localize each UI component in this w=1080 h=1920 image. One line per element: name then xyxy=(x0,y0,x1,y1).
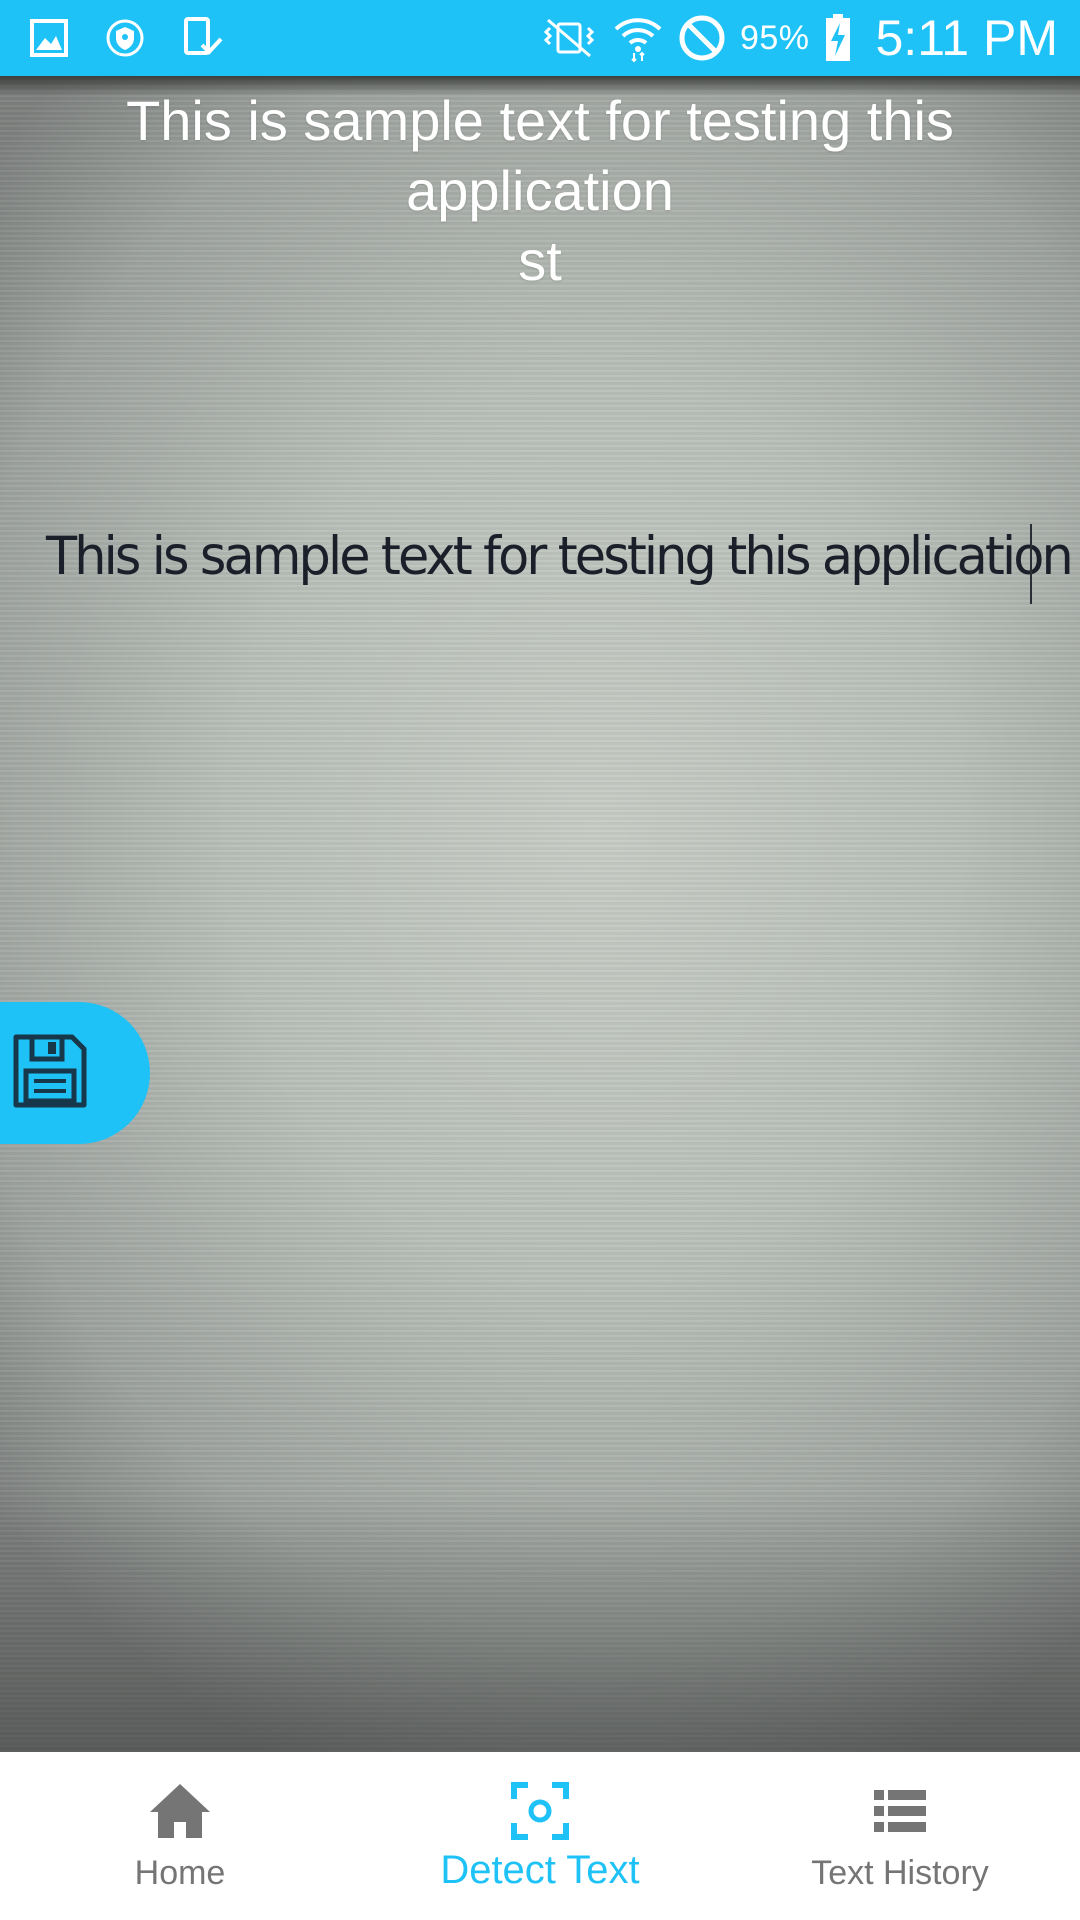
app-screen: 95% 5:11 PM This is sample text for test… xyxy=(0,0,1080,1920)
shield-icon xyxy=(106,19,144,57)
text-caret xyxy=(1030,524,1032,604)
scan-icon xyxy=(510,1778,570,1844)
camera-vignette xyxy=(0,1492,1080,1752)
nav-item-home[interactable]: Home xyxy=(0,1752,360,1920)
nav-label-detect-text: Detect Text xyxy=(440,1848,640,1892)
detected-text-line: This is sample text for testing this xyxy=(126,89,954,152)
save-button[interactable] xyxy=(0,1002,150,1144)
battery-charging-icon xyxy=(824,13,852,63)
home-icon xyxy=(148,1778,212,1844)
nav-label-text-history: Text History xyxy=(811,1854,989,1892)
camera-preview[interactable]: This is sample text for testing this app… xyxy=(0,76,1080,1752)
bottom-navigation: Home Detect Text Text History xyxy=(0,1752,1080,1920)
floppy-disk-icon xyxy=(12,1033,88,1114)
status-bar-left xyxy=(30,0,224,76)
gallery-icon xyxy=(30,19,68,57)
captured-paper-text: This is sample text for testing this app… xyxy=(46,526,1074,587)
detected-text-overlay: This is sample text for testing this app… xyxy=(40,86,1040,296)
wifi-icon xyxy=(612,13,664,63)
status-bar: 95% 5:11 PM xyxy=(0,0,1080,76)
detected-text-line: st xyxy=(518,229,562,292)
nav-item-text-history[interactable]: Text History xyxy=(720,1752,1080,1920)
device-check-icon xyxy=(182,17,224,59)
status-bar-right: 95% 5:11 PM xyxy=(540,0,1058,76)
detected-text-line: application xyxy=(406,159,674,222)
status-clock: 5:11 PM xyxy=(875,10,1059,66)
vibrate-icon xyxy=(540,16,598,60)
list-icon xyxy=(872,1778,928,1844)
nav-item-detect-text[interactable]: Detect Text xyxy=(360,1752,720,1920)
battery-percent: 95% xyxy=(739,18,810,57)
do-not-disturb-icon xyxy=(678,14,726,62)
nav-label-home: Home xyxy=(134,1854,226,1892)
